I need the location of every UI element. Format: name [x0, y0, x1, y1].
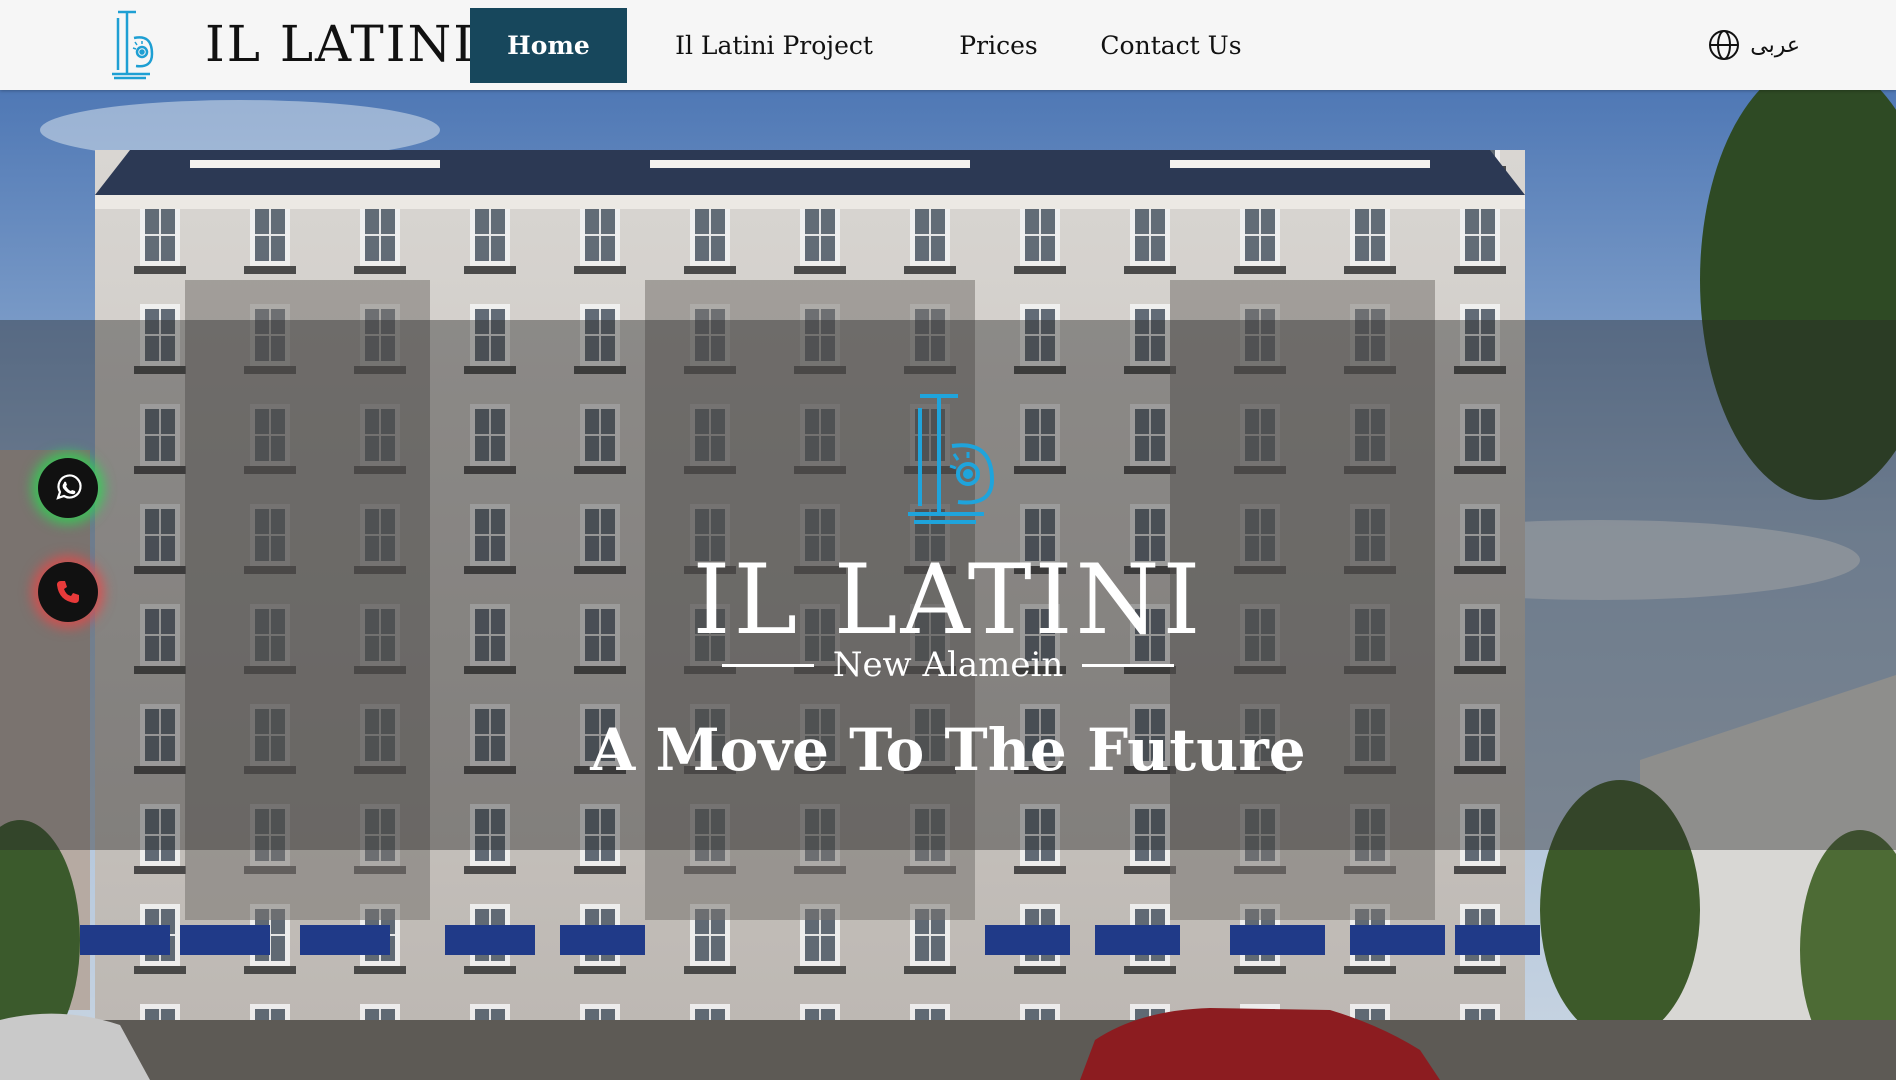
main-nav: Home Il Latini Project Prices Contact Us: [470, 8, 1266, 83]
nav-prices[interactable]: Prices: [921, 8, 1076, 83]
brand-logo-icon[interactable]: [106, 8, 160, 82]
whatsapp-button[interactable]: [38, 458, 98, 518]
brand-name[interactable]: IL LATINI: [205, 14, 475, 74]
whatsapp-icon: [56, 474, 82, 500]
hero-logo-icon: [908, 394, 995, 524]
language-switcher[interactable]: عربى: [1708, 26, 1800, 64]
nav-il-latini-project[interactable]: Il Latini Project: [627, 8, 921, 83]
globe-icon: [1709, 30, 1740, 60]
phone-icon: [57, 581, 79, 603]
hero-section: IL LATINI New Alamein A Move To The Futu…: [0, 90, 1896, 1080]
hero-brand-title: IL LATINI: [692, 544, 1204, 656]
site-header: IL LATINI Home Il Latini Project Prices …: [0, 0, 1896, 90]
hero-tagline: A Move To The Future: [590, 716, 1306, 784]
language-label: عربى: [1750, 32, 1800, 58]
nav-home[interactable]: Home: [470, 8, 627, 83]
hero-subtitle-row: New Alamein: [720, 640, 1176, 690]
nav-contact-us[interactable]: Contact Us: [1076, 8, 1266, 83]
phone-call-button[interactable]: [38, 562, 98, 622]
subtitle-divider-right: [1082, 664, 1174, 667]
